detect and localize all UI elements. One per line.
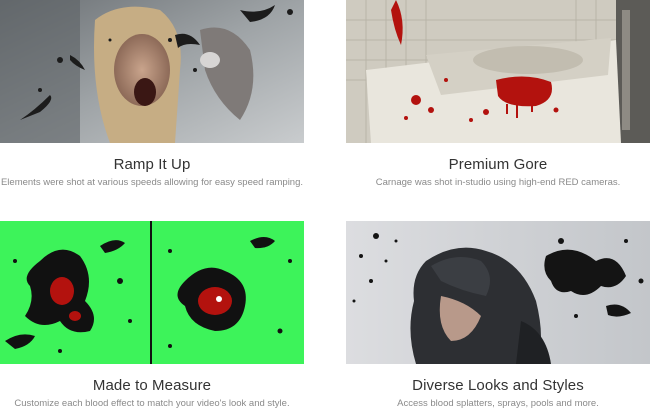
feature-title: Diverse Looks and Styles xyxy=(412,377,584,394)
feature-title: Made to Measure xyxy=(92,377,212,394)
feature-title: Premium Gore xyxy=(448,156,548,173)
hooded-figure-wall-splatter-image xyxy=(346,221,650,364)
feature-card-ramp-it-up: Ramp It Up Elements were shot at various… xyxy=(0,0,304,188)
feature-caption: Carnage was shot in-studio using high-en… xyxy=(375,177,621,188)
bloody-bathtub-image xyxy=(346,0,650,143)
feature-title: Ramp It Up xyxy=(113,156,191,173)
green-screen-blood-image xyxy=(0,221,304,364)
feature-card-made-to-measure: Made to Measure Customize each blood eff… xyxy=(0,221,304,409)
feature-card-diverse-looks: Diverse Looks and Styles Access blood sp… xyxy=(346,221,650,409)
screaming-woman-blood-splatter-image xyxy=(0,0,304,143)
feature-grid: Ramp It Up Elements were shot at various… xyxy=(0,0,650,411)
feature-card-premium-gore: Premium Gore Carnage was shot in-studio … xyxy=(346,0,650,188)
feature-caption: Elements were shot at various speeds all… xyxy=(0,177,304,188)
feature-caption: Access blood splatters, sprays, pools an… xyxy=(397,398,599,409)
feature-caption: Customize each blood effect to match you… xyxy=(14,398,290,409)
